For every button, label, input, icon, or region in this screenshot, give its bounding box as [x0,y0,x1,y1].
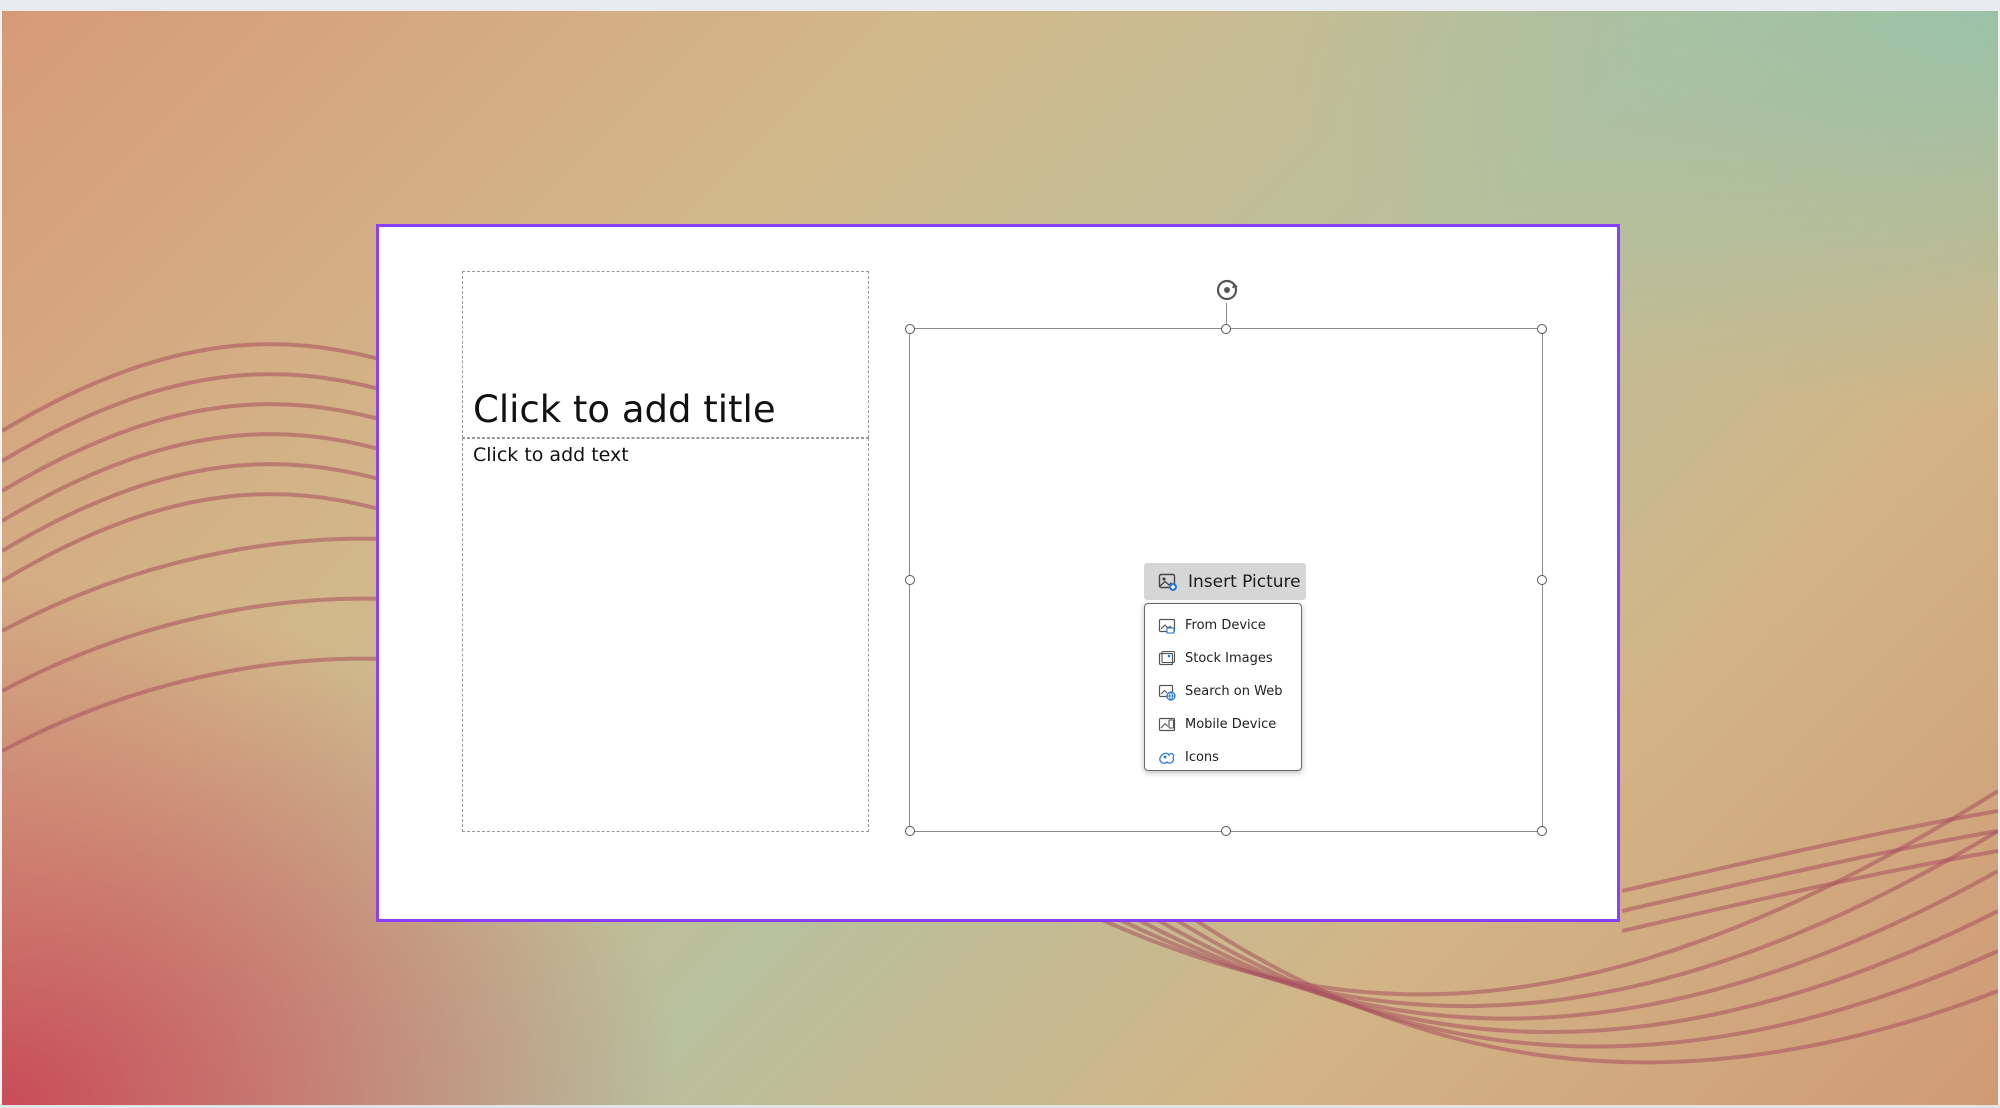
insert-picture-button[interactable]: Insert Picture [1144,563,1306,600]
title-placeholder[interactable]: Click to add title [462,271,869,438]
menu-item-stock-images[interactable]: Stock Images [1145,642,1301,675]
menu-item-from-device[interactable]: From Device [1145,609,1301,642]
menu-item-label: Stock Images [1185,651,1273,666]
rotate-handle-icon[interactable] [1212,275,1242,305]
picture-placeholder[interactable]: Insert Picture From Device Stock Images … [905,279,1547,836]
resize-handle-bottom-left[interactable] [905,826,915,836]
resize-handle-left[interactable] [905,575,915,585]
menu-item-mobile-device[interactable]: Mobile Device [1145,708,1301,741]
stock-images-icon [1158,650,1176,665]
menu-item-label: Search on Web [1185,684,1283,699]
menu-item-label: From Device [1185,618,1266,633]
menu-item-label: Icons [1185,750,1219,765]
menu-item-search-on-web[interactable]: Search on Web [1145,675,1301,708]
icons-icon [1159,752,1175,764]
insert-picture-label: Insert Picture [1188,571,1301,592]
text-placeholder[interactable]: Click to add text [462,438,869,832]
menu-item-label: Mobile Device [1185,717,1277,732]
search-web-icon [1158,684,1176,701]
insert-picture-icon [1158,573,1177,591]
resize-handle-top-right[interactable] [1537,324,1547,334]
top-strip [0,0,2000,11]
slide[interactable]: Click to add title Click to add text Ins… [376,224,1620,922]
title-placeholder-text: Click to add title [473,388,776,431]
resize-handle-bottom[interactable] [1221,826,1231,836]
mobile-device-icon [1158,717,1176,731]
screen: Click to add title Click to add text Ins… [0,0,2000,1108]
resize-handle-top[interactable] [1221,324,1231,334]
resize-handle-right[interactable] [1537,575,1547,585]
resize-handle-top-left[interactable] [905,324,915,334]
menu-item-icons[interactable]: Icons [1145,741,1301,774]
from-device-icon [1158,618,1176,634]
text-placeholder-text: Click to add text [473,444,629,466]
insert-picture-menu: From Device Stock Images Search on Web M… [1144,603,1302,771]
resize-handle-bottom-right[interactable] [1537,826,1547,836]
